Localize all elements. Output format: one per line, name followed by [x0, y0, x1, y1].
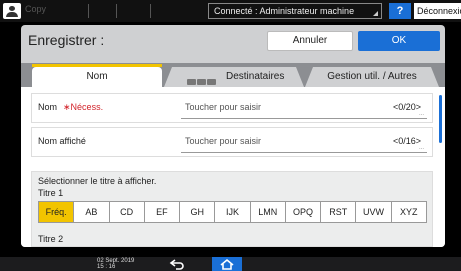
display-name-row: Nom affiché Toucher pour saisir <0/16> .…: [31, 127, 433, 157]
name-char-count: <0/20>: [392, 102, 421, 112]
tab-destinations-label: Destinataires: [226, 71, 285, 82]
name-input[interactable]: Toucher pour saisir <0/20> ...: [181, 98, 427, 119]
name-label-text: Nom: [38, 102, 58, 112]
display-name-input[interactable]: Toucher pour saisir <0/16> ...: [181, 132, 427, 153]
address-book-icon: [186, 73, 218, 81]
tab-bar: Nom Destinataires Gestion util. / Autres: [21, 63, 445, 87]
title-key-freq[interactable]: Fréq.: [39, 202, 75, 222]
title1-key-group: Fréq. AB CD EF GH IJK LMN OPQ RST UVW XY…: [38, 201, 427, 223]
title-key-rst[interactable]: RST: [321, 202, 357, 222]
tab-destinations[interactable]: Destinataires: [164, 67, 304, 87]
cancel-button[interactable]: Annuler: [267, 31, 353, 51]
status-bar: Copy Connecté : Administrateur machine ?…: [0, 0, 461, 22]
title-key-ijk[interactable]: IJK: [215, 202, 251, 222]
title-key-gh[interactable]: GH: [180, 202, 216, 222]
name-placeholder: Toucher pour saisir: [185, 102, 262, 112]
user-icon[interactable]: [3, 3, 21, 19]
help-button[interactable]: ?: [389, 3, 411, 19]
title-key-opq[interactable]: OPQ: [286, 202, 322, 222]
required-badge: ∗Nécess.: [63, 102, 104, 112]
logout-button[interactable]: Déconnexion: [414, 3, 461, 19]
ellipsis-icon: ...: [418, 145, 424, 151]
name-label: Nom ∗Nécess.: [38, 102, 103, 113]
divider: [116, 4, 117, 18]
time-text: 15 : 16: [97, 264, 116, 270]
divider: [88, 4, 89, 18]
name-row: Nom ∗Nécess. Toucher pour saisir <0/20> .…: [31, 93, 433, 123]
ellipsis-icon: ...: [418, 111, 424, 117]
tab-user-management[interactable]: Gestion util. / Autres: [305, 67, 439, 87]
display-name-label: Nom affiché: [38, 136, 86, 146]
connection-label: Connecté : Administrateur machine: [214, 6, 355, 16]
register-dialog: Enregistrer : Annuler OK Nom Destinatair…: [21, 25, 445, 247]
dialog-title: Enregistrer :: [28, 32, 105, 48]
title1-label: Titre 1: [38, 188, 64, 198]
scrollbar[interactable]: [439, 95, 442, 143]
title-selection-section: Sélectionner le titre à afficher. Titre …: [31, 171, 433, 247]
title-key-cd[interactable]: CD: [110, 202, 145, 222]
app-name: Copy: [25, 4, 47, 14]
tab-name[interactable]: Nom: [32, 64, 162, 87]
bottom-bar: 02 Sept. 2019 15 : 16: [0, 257, 461, 271]
divider: [150, 4, 151, 18]
title-instruction: Sélectionner le titre à afficher.: [38, 176, 157, 186]
title-key-ab[interactable]: AB: [74, 202, 110, 222]
title-key-lmn[interactable]: LMN: [251, 202, 286, 222]
date-time: 02 Sept. 2019 15 : 16: [97, 258, 134, 270]
expand-corner-icon: [373, 11, 378, 16]
display-name-char-count: <0/16>: [392, 136, 421, 146]
display-name-placeholder: Toucher pour saisir: [185, 136, 262, 146]
title-key-ef[interactable]: EF: [145, 202, 181, 222]
back-icon[interactable]: [168, 258, 186, 270]
title-key-xyz[interactable]: XYZ: [392, 202, 426, 222]
home-icon[interactable]: [212, 257, 242, 271]
connection-status[interactable]: Connecté : Administrateur machine: [208, 3, 382, 19]
tab-content: Nom ∗Nécess. Toucher pour saisir <0/20> .…: [21, 87, 445, 247]
ok-button[interactable]: OK: [358, 31, 440, 51]
title-key-uvw[interactable]: UVW: [356, 202, 392, 222]
title2-label: Titre 2: [38, 234, 64, 244]
